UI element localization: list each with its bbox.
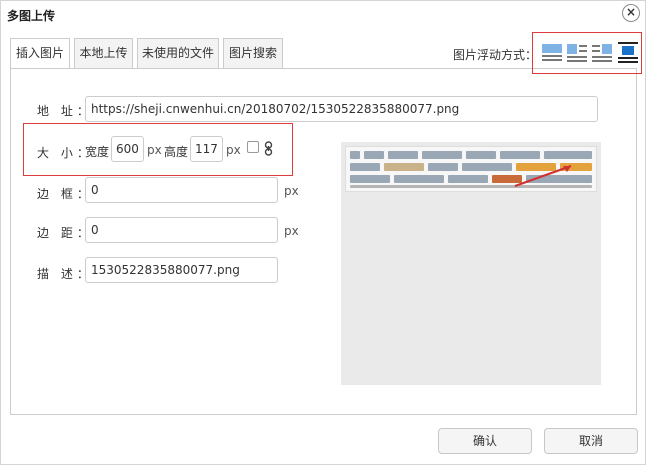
lock-ratio-checkbox[interactable] — [247, 141, 259, 153]
height-input[interactable]: 117 — [190, 136, 223, 162]
float-none-icon[interactable] — [542, 42, 562, 62]
close-icon: × — [625, 5, 637, 19]
tab-insert-image[interactable]: 插入图片 — [10, 38, 70, 70]
float-right-icon[interactable] — [592, 42, 612, 62]
border-input[interactable]: 0 — [85, 177, 278, 203]
tab-local-upload[interactable]: 本地上传 — [74, 38, 133, 69]
float-mode-label: 图片浮动方式： — [453, 48, 538, 62]
tab-image-search[interactable]: 图片搜索 — [223, 38, 283, 69]
address-input[interactable]: https://sheji.cnwenhui.cn/20180702/15305… — [85, 96, 598, 122]
image-upload-dialog: 多图上传 × 插入图片 本地上传 未使用的文件 图片搜索 图片浮动方式： 地 址… — [0, 0, 646, 465]
dialog-title: 多图上传 — [7, 9, 56, 23]
margin-input[interactable]: 0 — [85, 217, 278, 243]
border-unit: px — [284, 184, 299, 198]
preview-arrow-icon — [514, 165, 572, 187]
height-label: 高度 — [164, 145, 189, 159]
margin-unit: px — [284, 224, 299, 238]
cancel-button[interactable]: 取消 — [544, 428, 638, 454]
height-unit: px — [226, 143, 241, 157]
description-input[interactable]: 1530522835880077.png — [85, 257, 278, 283]
width-input[interactable]: 600 — [111, 136, 144, 162]
float-left-icon[interactable] — [567, 42, 587, 62]
close-button[interactable]: × — [622, 4, 640, 22]
width-unit: px — [147, 143, 162, 157]
confirm-button[interactable]: 确认 — [438, 428, 532, 454]
lock-icon — [264, 141, 273, 156]
image-preview — [341, 142, 601, 385]
dialog-titlebar: 多图上传 × — [1, 1, 645, 28]
float-center-icon[interactable] — [618, 42, 638, 63]
float-options-highlight — [532, 32, 642, 74]
tab-unused-files[interactable]: 未使用的文件 — [137, 38, 219, 69]
width-label: 宽度 — [85, 145, 110, 159]
